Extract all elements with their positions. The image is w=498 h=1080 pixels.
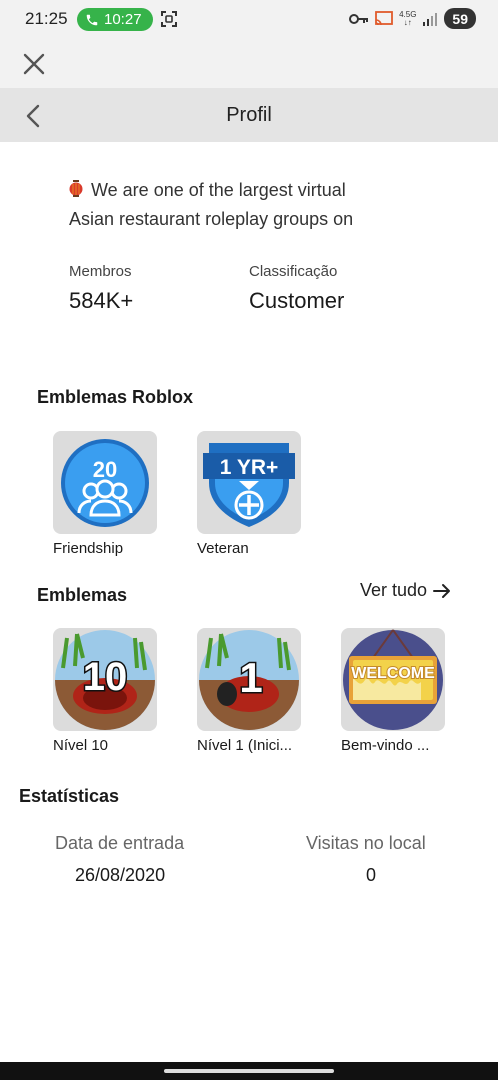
call-timer: 10:27 — [104, 11, 142, 28]
battery-indicator: 59 — [444, 8, 476, 29]
rank-value: Customer — [249, 288, 345, 313]
screenshot-icon — [161, 11, 177, 27]
rank-label: Classificação — [249, 263, 338, 280]
welcome-badge-icon: WELCOME — [343, 629, 443, 730]
place-visits-value: 0 — [366, 865, 377, 885]
page-title: Profil — [226, 104, 272, 126]
level-10-badge-icon: 10 — [55, 630, 155, 730]
badge-tile: 10 — [53, 628, 157, 731]
veteran-badge-icon: 1 YR+ — [203, 442, 295, 527]
system-nav-bar — [0, 1062, 498, 1080]
badge-name: Nível 1 (Inici... — [197, 737, 293, 754]
badges-title: Emblemas — [37, 585, 128, 605]
cast-icon — [375, 10, 393, 25]
members-label: Membros — [69, 263, 132, 280]
signal-icon — [423, 12, 438, 26]
badge-veteran[interactable]: 1 YR+ Veteran — [197, 431, 302, 557]
badge-name: Bem-vindo ... — [341, 737, 430, 754]
ongoing-call-chip[interactable]: 10:27 — [77, 8, 153, 31]
level-1-badge-icon: 1 — [199, 630, 299, 730]
see-all-link[interactable]: Ver tudo — [360, 580, 451, 601]
svg-text:1: 1 — [239, 654, 262, 701]
join-date-value: 26/08/2020 — [75, 865, 166, 885]
badge-name: Nível 10 — [53, 737, 109, 754]
badge-tile: 20 — [53, 431, 157, 534]
status-bar: 21:25 10:27 4.5G ↓↑ 59 — [0, 0, 498, 38]
svg-text:20: 20 — [93, 457, 117, 482]
phone-icon — [86, 14, 98, 25]
home-gesture-pill[interactable] — [164, 1069, 334, 1073]
badge-level-1[interactable]: 1 Nível 1 (Inici... — [197, 628, 302, 754]
statistics-title: Estatísticas — [19, 786, 120, 806]
description-line-2: Asian restaurant roleplay groups on — [69, 209, 354, 229]
badge-name: Friendship — [53, 540, 124, 557]
friendship-badge-icon: 20 — [61, 438, 149, 527]
key-icon — [349, 13, 369, 24]
arrow-right-icon — [433, 583, 451, 598]
place-visits-label: Visitas no local — [306, 833, 426, 853]
svg-text:1 YR+: 1 YR+ — [220, 456, 279, 479]
close-bar — [0, 38, 498, 88]
page-header: Profil — [0, 88, 498, 142]
badge-tile: 1 — [197, 628, 301, 731]
badge-name: Veteran — [197, 540, 249, 557]
roblox-badges-title: Emblemas Roblox — [37, 387, 194, 407]
svg-text:WELCOME: WELCOME — [351, 665, 435, 682]
description-line-1: We are one of the largest virtual — [91, 180, 346, 200]
status-time: 21:25 — [25, 9, 68, 28]
see-all-label: Ver tudo — [360, 580, 428, 600]
members-value: 584K+ — [69, 288, 134, 313]
lantern-icon — [69, 180, 83, 197]
close-icon[interactable] — [20, 50, 48, 78]
badge-friendship[interactable]: 20 Friendship — [53, 431, 158, 557]
svg-text:10: 10 — [83, 655, 128, 699]
network-indicator: 4.5G ↓↑ — [399, 9, 417, 27]
group-description: We are one of the largest virtual Asian … — [69, 176, 469, 234]
badge-tile: WELCOME — [341, 628, 445, 731]
badge-welcome[interactable]: WELCOME Bem-vindo ... — [341, 628, 446, 754]
badge-tile: 1 YR+ — [197, 431, 301, 534]
badge-level-10[interactable]: 10 Nível 10 — [53, 628, 158, 754]
join-date-label: Data de entrada — [55, 833, 185, 853]
